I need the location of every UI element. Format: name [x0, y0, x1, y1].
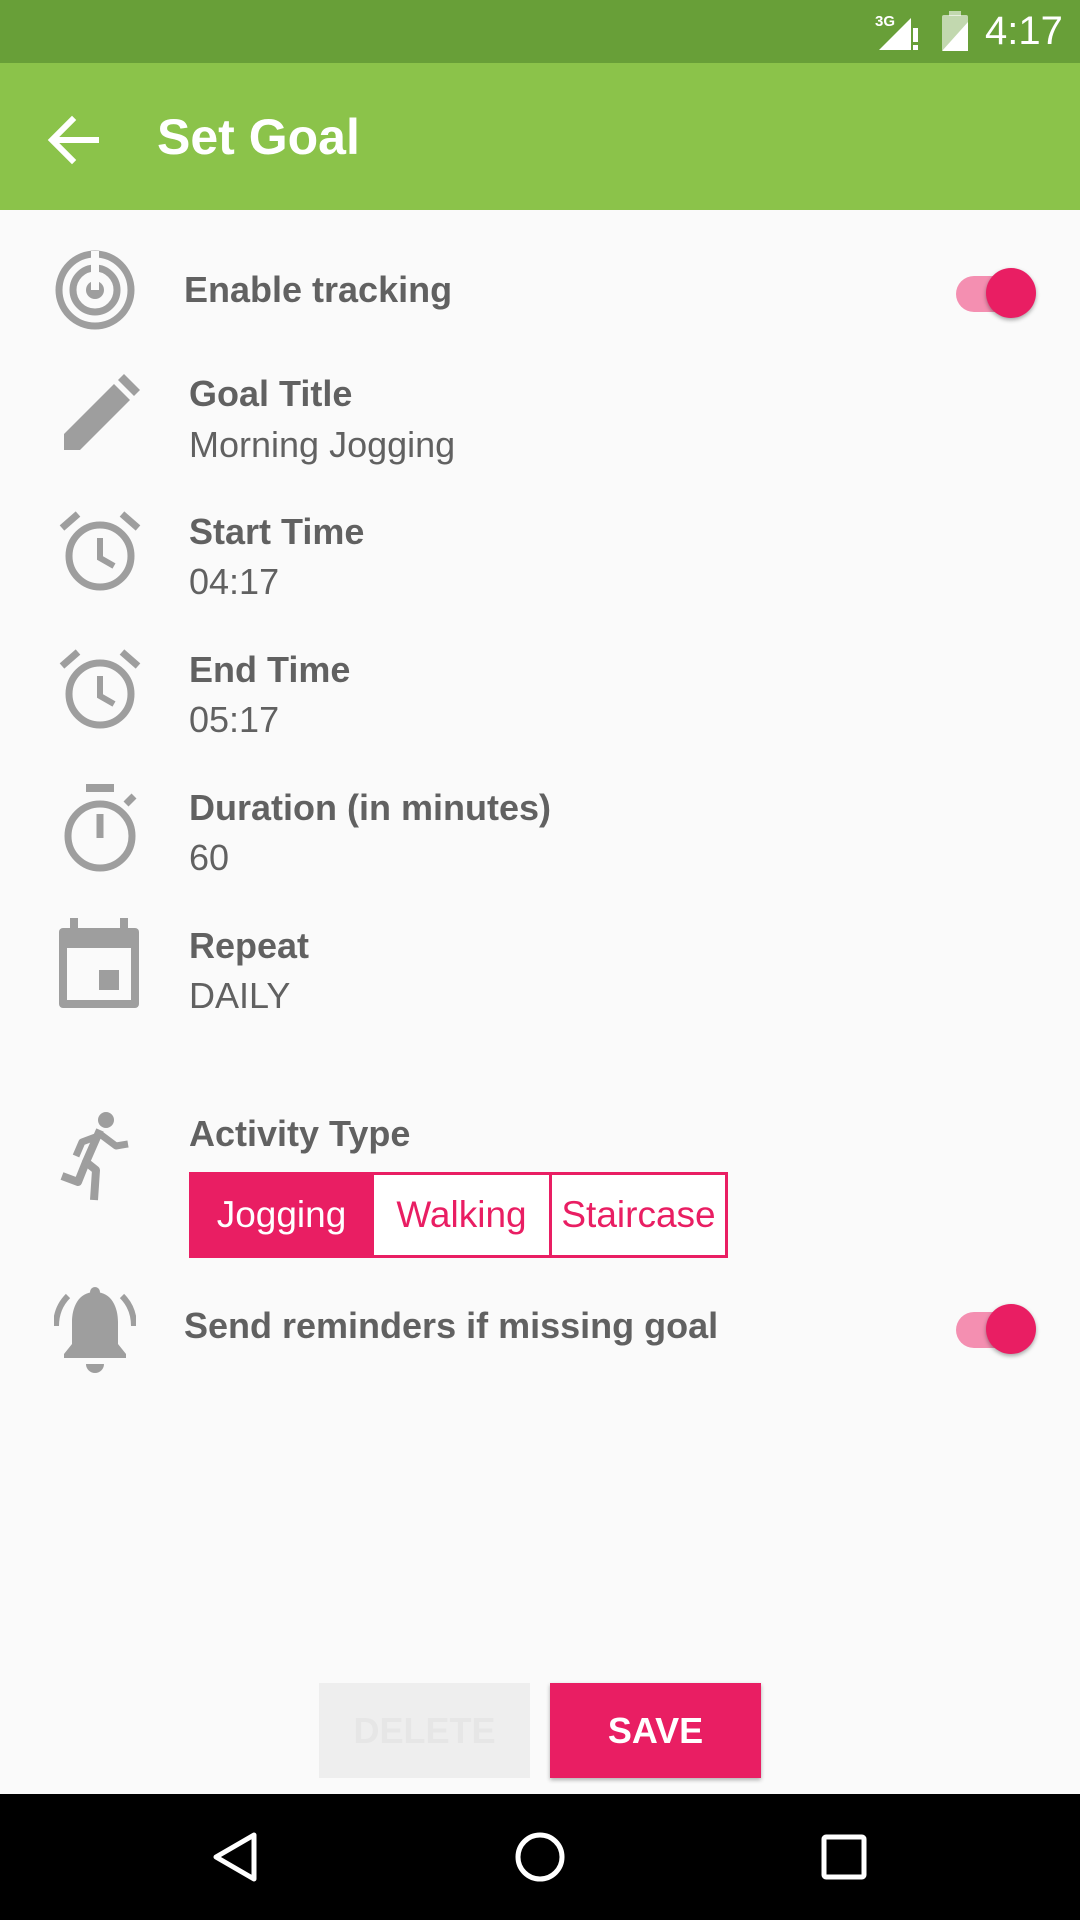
- calendar-icon: [59, 918, 139, 1008]
- nav-back-icon[interactable]: [206, 1827, 266, 1887]
- tracking-toggle[interactable]: [950, 258, 1040, 318]
- activity-option-staircase[interactable]: Staircase: [549, 1175, 725, 1255]
- navigation-bar: [0, 1794, 1080, 1920]
- alarm-clock-icon: [59, 649, 141, 729]
- start-time-label: Start Time: [189, 511, 365, 552]
- reminders-label: Send reminders if missing goal: [184, 1305, 719, 1346]
- end-time-value: 05:17: [189, 699, 280, 740]
- toggle-thumb: [986, 268, 1036, 318]
- toggle-thumb: [986, 1304, 1036, 1354]
- bell-icon: [54, 1287, 136, 1373]
- activity-option-jogging[interactable]: Jogging: [192, 1175, 371, 1255]
- network-type-label: 3G: [875, 13, 895, 30]
- status-time: 4:17: [985, 9, 1063, 53]
- nav-home-icon[interactable]: [510, 1827, 570, 1887]
- page-title: Set Goal: [157, 109, 360, 165]
- duration-value: 60: [189, 837, 230, 878]
- alarm-clock-icon: [59, 511, 141, 591]
- status-bar: 3G 4:17: [0, 0, 1080, 63]
- goal-title-value: Morning Jogging: [189, 424, 456, 465]
- end-time-label: End Time: [189, 649, 351, 690]
- start-time-value: 04:17: [189, 561, 280, 602]
- stopwatch-icon: [64, 784, 137, 872]
- activity-option-walking[interactable]: Walking: [371, 1175, 549, 1255]
- target-icon: [55, 250, 135, 330]
- delete-button[interactable]: DELETE: [319, 1683, 530, 1778]
- repeat-label: Repeat: [189, 925, 310, 966]
- pencil-icon: [64, 374, 140, 450]
- activity-type-label: Activity Type: [189, 1113, 411, 1154]
- nav-recents-icon[interactable]: [814, 1827, 874, 1887]
- cellular-signal-icon: 3G: [875, 13, 918, 50]
- back-arrow-icon[interactable]: [38, 105, 108, 175]
- duration-label: Duration (in minutes): [189, 787, 551, 828]
- tracking-label: Enable tracking: [184, 269, 453, 310]
- running-person-icon: [60, 1112, 129, 1201]
- activity-type-selector: Jogging Walking Staircase: [189, 1172, 728, 1258]
- reminders-toggle[interactable]: [950, 1294, 1040, 1354]
- battery-icon: [942, 11, 968, 51]
- repeat-value: DAILY: [189, 975, 291, 1016]
- save-button[interactable]: SAVE: [550, 1683, 761, 1778]
- goal-title-label: Goal Title: [189, 373, 353, 414]
- app-bar: Set Goal: [0, 63, 1080, 210]
